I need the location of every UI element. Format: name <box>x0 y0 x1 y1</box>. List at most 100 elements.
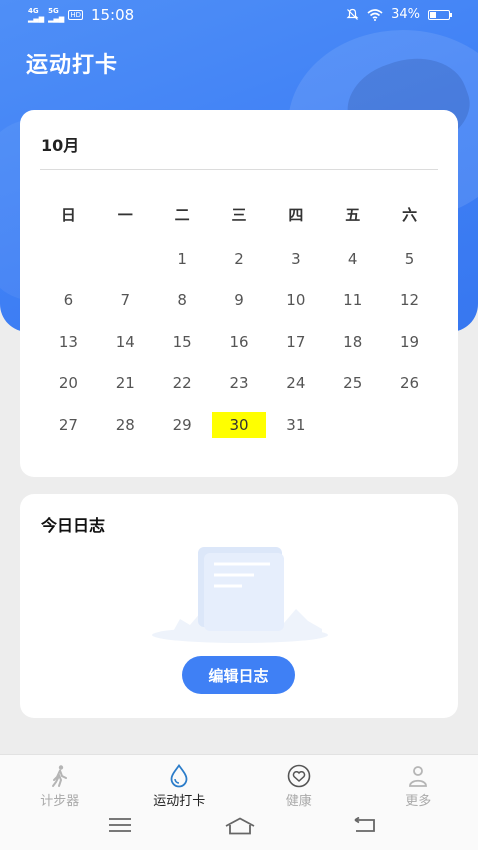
bottom-tab-bar: 计步器 运动打卡 健康 更多 <box>0 754 478 850</box>
calendar-day[interactable]: 27 <box>40 404 97 446</box>
calendar-day[interactable]: 14 <box>97 321 154 363</box>
hd-badge: HD <box>68 10 83 20</box>
heart-icon <box>287 764 311 788</box>
calendar-day-number: 14 <box>115 332 135 351</box>
calendar-day-number: 18 <box>343 332 363 351</box>
calendar-day[interactable]: 19 <box>381 321 438 363</box>
edit-log-button[interactable]: 编辑日志 <box>182 656 295 694</box>
calendar-day[interactable]: 11 <box>324 280 381 322</box>
weekday-label: 一 <box>117 206 133 224</box>
tab-label: 计步器 <box>40 794 80 809</box>
calendar-day-number: 15 <box>172 332 192 351</box>
calendar-day-number: 19 <box>400 332 420 351</box>
calendar-day[interactable]: 15 <box>154 321 211 363</box>
calendar-day[interactable]: 26 <box>381 363 438 405</box>
calendar-card: 10月 日一二三四五六 1 2 3 4 5 6 7 8 9 10 11 12 13 14 15 16 17 18 1… <box>20 110 458 477</box>
weekday-label: 四 <box>288 206 304 224</box>
calendar-day[interactable]: 16 <box>211 321 268 363</box>
calendar-grid: 1 2 3 4 5 6 7 8 9 10 11 12 13 14 15 16 17 18 19 20 21 22 23 24 2… <box>40 238 438 446</box>
calendar-day-number: 3 <box>291 249 301 268</box>
calendar-day-number: 8 <box>177 291 187 310</box>
calendar-day-number: 27 <box>58 415 78 434</box>
calendar-day-number: 21 <box>115 374 135 393</box>
weekday-label: 二 <box>174 206 190 224</box>
calendar-day[interactable]: 20 <box>40 363 97 405</box>
calendar-day[interactable]: 28 <box>97 404 154 446</box>
calendar-day[interactable]: 23 <box>211 363 268 405</box>
calendar-day-number: 6 <box>63 291 74 310</box>
tab-exercise-checkin[interactable]: 运动打卡 <box>120 755 240 810</box>
calendar-day[interactable]: 13 <box>40 321 97 363</box>
walker-icon <box>51 765 67 787</box>
status-left: 4G ▂▄▆ 5G ▂▄▆ HD 15:08 <box>28 6 134 24</box>
calendar-day-number: 24 <box>286 374 306 393</box>
calendar-day[interactable]: 12 <box>381 280 438 322</box>
weekday-label: 三 <box>231 206 247 224</box>
calendar-day[interactable]: 21 <box>97 363 154 405</box>
calendar-day-number: 30 <box>211 411 266 438</box>
home-icon[interactable] <box>224 817 256 835</box>
tab-more[interactable]: 更多 <box>359 755 478 810</box>
tab-label: 健康 <box>285 794 312 809</box>
mute-icon <box>346 8 359 20</box>
system-nav-bar <box>0 813 478 843</box>
calendar-blank <box>97 238 154 280</box>
calendar-day-number: 20 <box>58 374 78 393</box>
tab-label: 更多 <box>405 794 432 809</box>
weekday-label: 六 <box>402 206 418 224</box>
battery-percent: 34% <box>391 7 420 22</box>
weekday-header: 日一二三四五六 <box>40 204 438 225</box>
calendar-day-number: 10 <box>286 291 306 310</box>
weekday-label: 日 <box>60 206 76 224</box>
calendar-month: 10月 <box>41 136 80 155</box>
calendar-day[interactable]: 18 <box>324 321 381 363</box>
calendar-day[interactable]: 8 <box>154 280 211 322</box>
calendar-day[interactable]: 24 <box>267 363 324 405</box>
calendar-day-number: 4 <box>347 249 358 268</box>
calendar-day-number: 11 <box>343 291 363 310</box>
calendar-day[interactable]: 3 <box>267 238 324 280</box>
back-icon[interactable] <box>352 817 376 833</box>
calendar-day-number: 12 <box>400 291 420 310</box>
person-icon <box>409 766 428 787</box>
battery-icon <box>428 9 452 20</box>
calendar-day-number: 2 <box>234 249 244 268</box>
calendar-day-number: 31 <box>286 415 306 434</box>
tab-pedometer[interactable]: 计步器 <box>0 755 120 810</box>
page-title: 运动打卡 <box>26 53 119 78</box>
tab-label: 运动打卡 <box>153 794 206 809</box>
calendar-day[interactable]: 10 <box>267 280 324 322</box>
calendar-day-number: 16 <box>229 332 249 351</box>
daily-log-card: 今日日志 编辑日志 <box>20 494 458 718</box>
signal-icon: 5G ▂▄▆ <box>48 7 65 23</box>
calendar-day-number: 28 <box>115 415 135 434</box>
calendar-day[interactable]: 17 <box>267 321 324 363</box>
calendar-day[interactable]: 4 <box>324 238 381 280</box>
calendar-day[interactable]: 5 <box>381 238 438 280</box>
empty-document-icon <box>152 547 328 643</box>
menu-icon[interactable] <box>108 817 132 833</box>
water-drop-icon <box>170 764 188 788</box>
status-right: 34% <box>346 7 452 22</box>
calendar-day[interactable]: 6 <box>40 280 97 322</box>
calendar-day[interactable]: 9 <box>211 280 268 322</box>
tab-health[interactable]: 健康 <box>239 755 359 810</box>
calendar-day[interactable]: 2 <box>211 238 268 280</box>
calendar-day-number: 23 <box>229 374 249 393</box>
clock: 15:08 <box>90 6 135 24</box>
calendar-day-number: 22 <box>172 374 192 393</box>
calendar-day-number: 1 <box>177 249 187 268</box>
calendar-day[interactable]: 25 <box>324 363 381 405</box>
calendar-day[interactable]: 22 <box>154 363 211 405</box>
calendar-day-number: 7 <box>120 291 131 310</box>
calendar-day-number: 29 <box>172 415 192 434</box>
calendar-day[interactable]: 1 <box>154 238 211 280</box>
calendar-day[interactable]: 31 <box>267 404 324 446</box>
calendar-day[interactable]: 29 <box>154 404 211 446</box>
wifi-icon <box>367 8 383 21</box>
calendar-day-number: 13 <box>58 332 78 351</box>
calendar-day[interactable]: 7 <box>97 280 154 322</box>
calendar-day-today[interactable]: 30 <box>211 404 268 446</box>
calendar-day-number: 9 <box>234 291 244 310</box>
signal-icon: 4G ▂▄▆ <box>28 7 45 23</box>
